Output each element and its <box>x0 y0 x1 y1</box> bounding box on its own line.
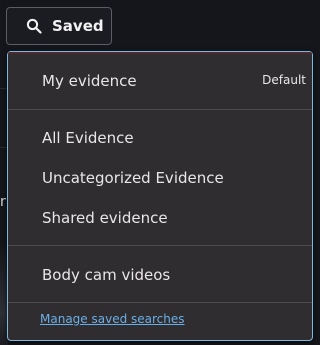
menu-item-all-evidence[interactable]: All Evidence <box>42 129 134 147</box>
saved-searches-button[interactable]: Saved <box>6 7 112 45</box>
search-icon <box>26 18 42 34</box>
menu-divider <box>8 109 312 110</box>
default-badge: Default <box>262 73 306 87</box>
menu-top-accent <box>8 52 312 54</box>
saved-searches-menu: My evidence Default All Evidence Uncateg… <box>7 51 313 341</box>
menu-divider <box>8 245 312 246</box>
menu-divider <box>8 302 312 303</box>
menu-item-body-cam-videos[interactable]: Body cam videos <box>42 266 170 284</box>
saved-button-label: Saved <box>52 17 104 35</box>
menu-item-shared-evidence[interactable]: Shared evidence <box>42 209 168 227</box>
menu-item-uncategorized-evidence[interactable]: Uncategorized Evidence <box>42 169 224 187</box>
manage-saved-searches-link[interactable]: Manage saved searches <box>40 312 185 326</box>
background-text-fragment: n <box>0 194 6 210</box>
menu-item-my-evidence[interactable]: My evidence <box>42 72 137 90</box>
